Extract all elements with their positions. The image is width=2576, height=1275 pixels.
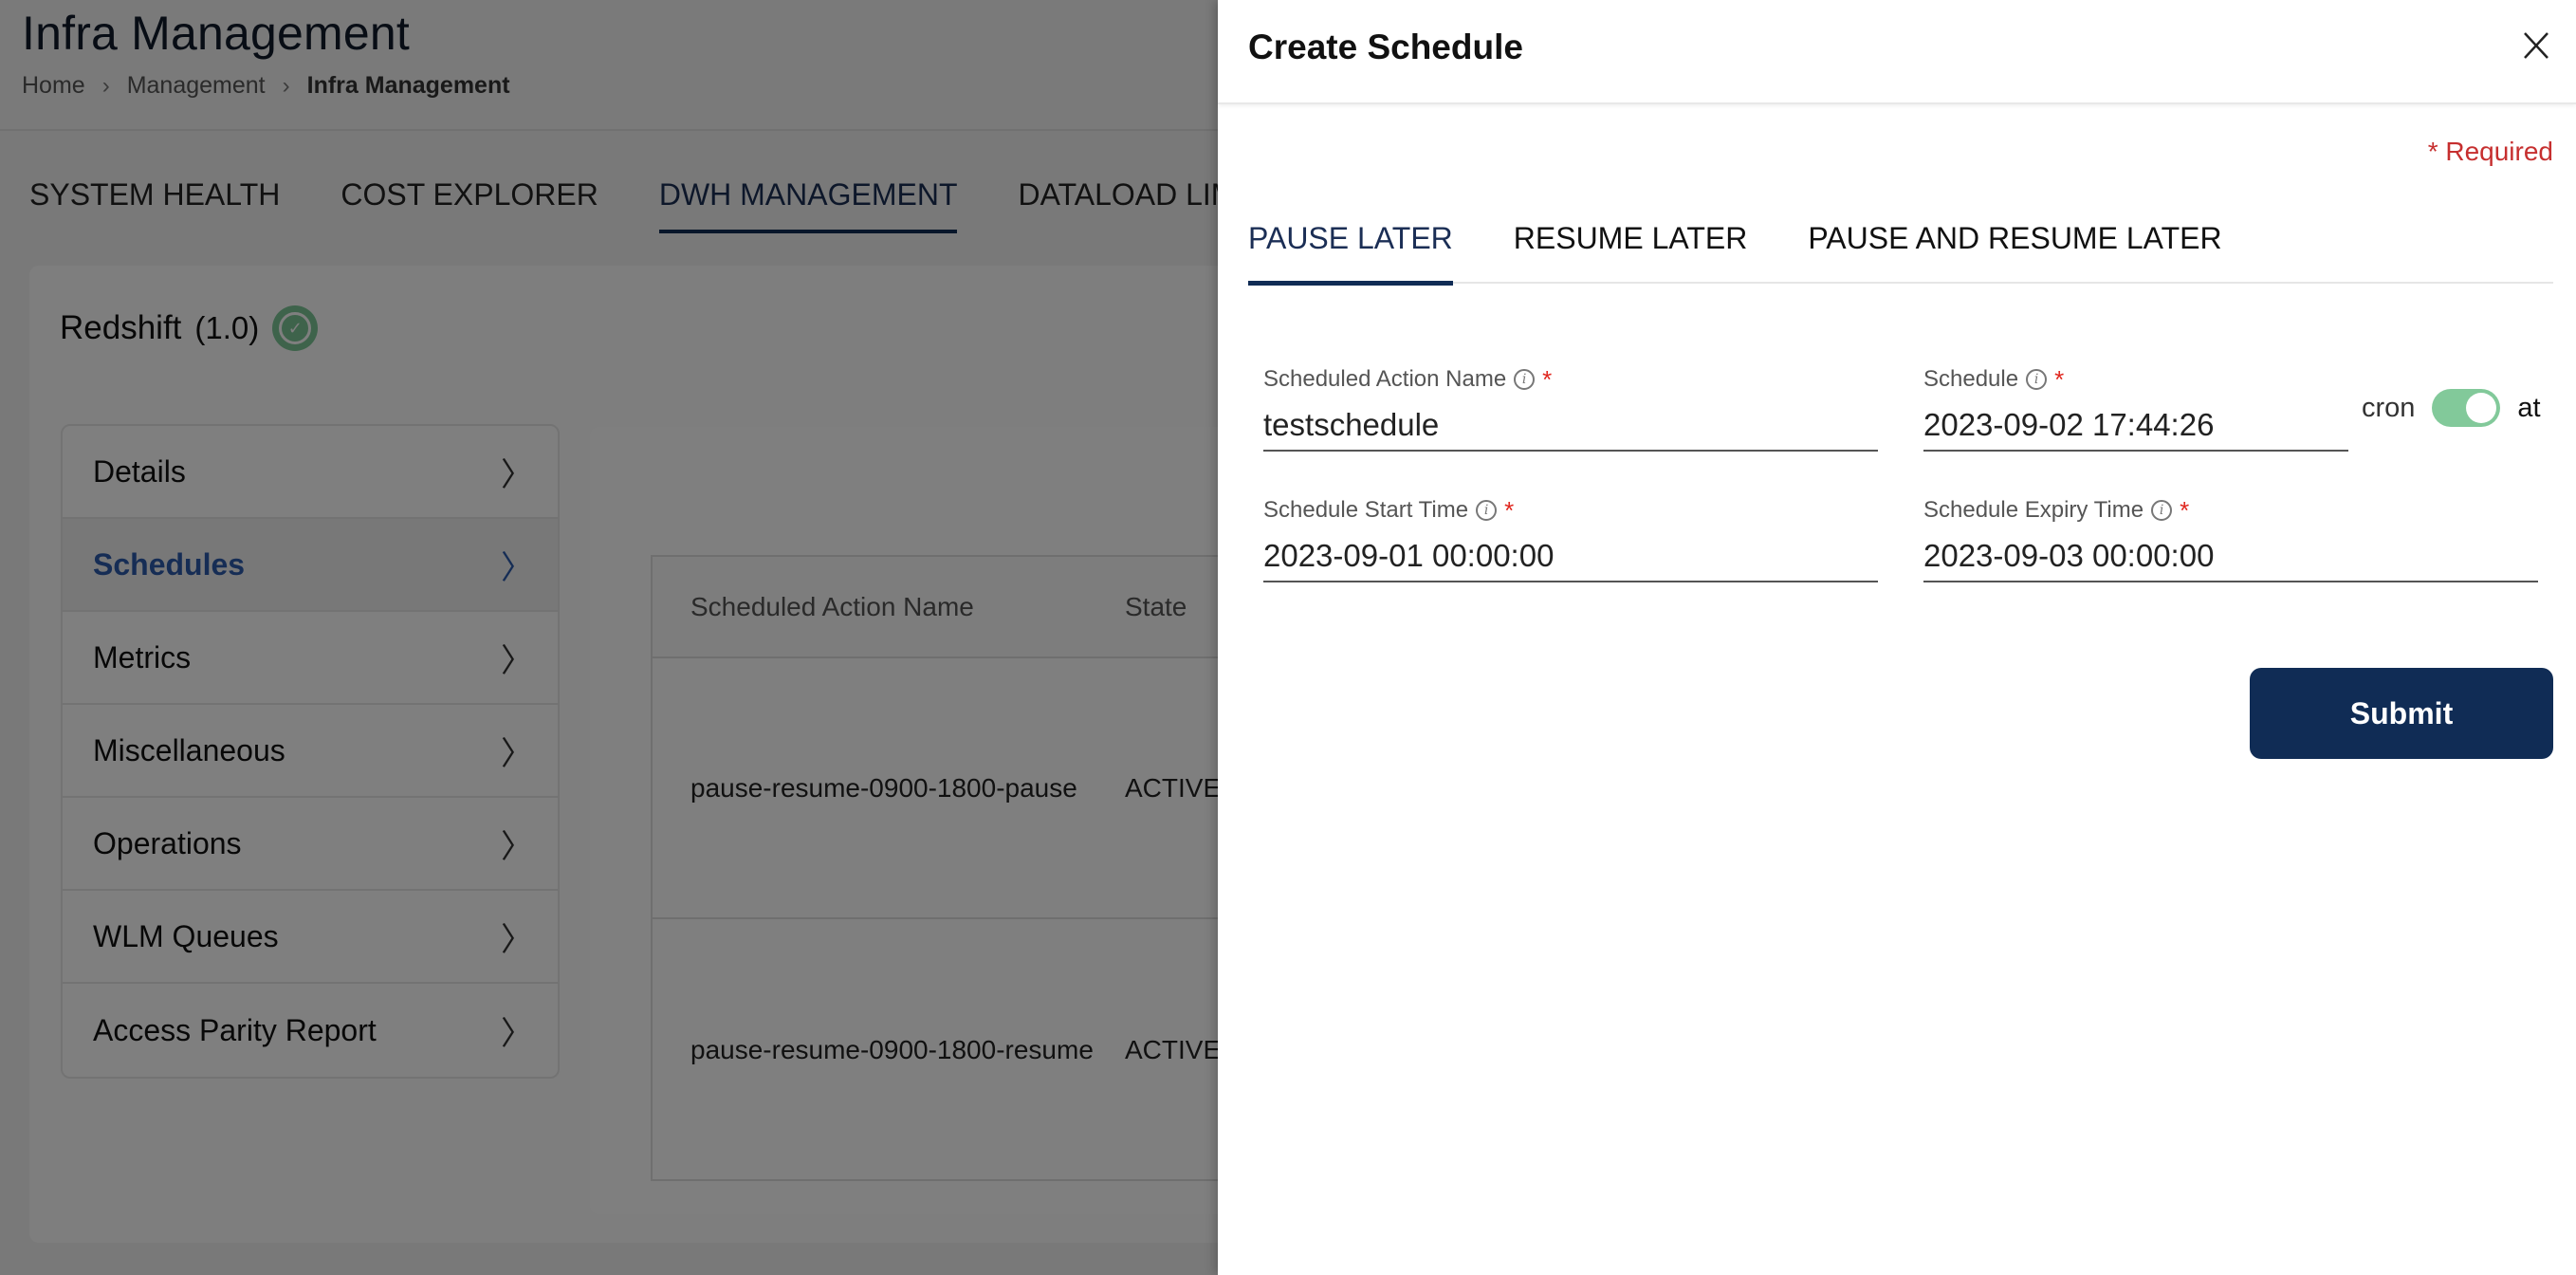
info-icon[interactable]: i: [2026, 369, 2048, 390]
action-name-field: Scheduled Action Name i *: [1263, 365, 1878, 452]
start-time-label: Schedule Start Time: [1263, 497, 1469, 523]
required-asterisk: *: [1504, 495, 1515, 525]
info-icon[interactable]: i: [2151, 500, 2173, 521]
toggle-knob: [2466, 393, 2497, 423]
expiry-time-input[interactable]: [1923, 530, 2538, 582]
tab-pause-and-resume-later[interactable]: PAUSE AND RESUME LATER: [1808, 199, 2221, 284]
schedule-type-tabs: PAUSE LATER RESUME LATER PAUSE AND RESUM…: [1248, 199, 2553, 286]
close-icon: [2524, 32, 2548, 59]
close-button[interactable]: [2519, 28, 2553, 63]
submit-button[interactable]: Submit: [2250, 668, 2553, 759]
start-time-input[interactable]: [1263, 530, 1878, 582]
cron-at-toggle[interactable]: [2432, 389, 2501, 427]
action-name-label: Scheduled Action Name: [1263, 366, 1507, 392]
schedule-label: Schedule: [1923, 366, 2019, 392]
info-icon[interactable]: i: [1476, 500, 1498, 521]
tab-pause-later[interactable]: PAUSE LATER: [1248, 199, 1453, 286]
schedule-type-toggle-group: cron at: [2362, 389, 2541, 427]
tab-resume-later[interactable]: RESUME LATER: [1514, 199, 1748, 284]
schedule-field: Schedule i *: [1923, 365, 2348, 452]
action-name-input[interactable]: [1263, 399, 1878, 452]
toggle-label-cron: cron: [2362, 392, 2416, 423]
toggle-label-at: at: [2517, 392, 2541, 423]
expiry-time-label: Schedule Expiry Time: [1923, 497, 2144, 523]
drawer-title: Create Schedule: [1248, 28, 1523, 66]
expiry-time-field: Schedule Expiry Time i *: [1923, 496, 2538, 582]
required-note: * Required: [2427, 137, 2553, 166]
create-schedule-drawer: Create Schedule * Required PAUSE LATER R…: [1218, 0, 2576, 1275]
drawer-header: Create Schedule: [1218, 0, 2576, 104]
required-asterisk: *: [1542, 364, 1553, 394]
required-asterisk: *: [2054, 364, 2065, 394]
info-icon[interactable]: i: [1514, 369, 1536, 390]
start-time-field: Schedule Start Time i *: [1263, 496, 1878, 582]
required-asterisk: *: [2180, 495, 2190, 525]
schedule-input[interactable]: [1923, 399, 2348, 452]
